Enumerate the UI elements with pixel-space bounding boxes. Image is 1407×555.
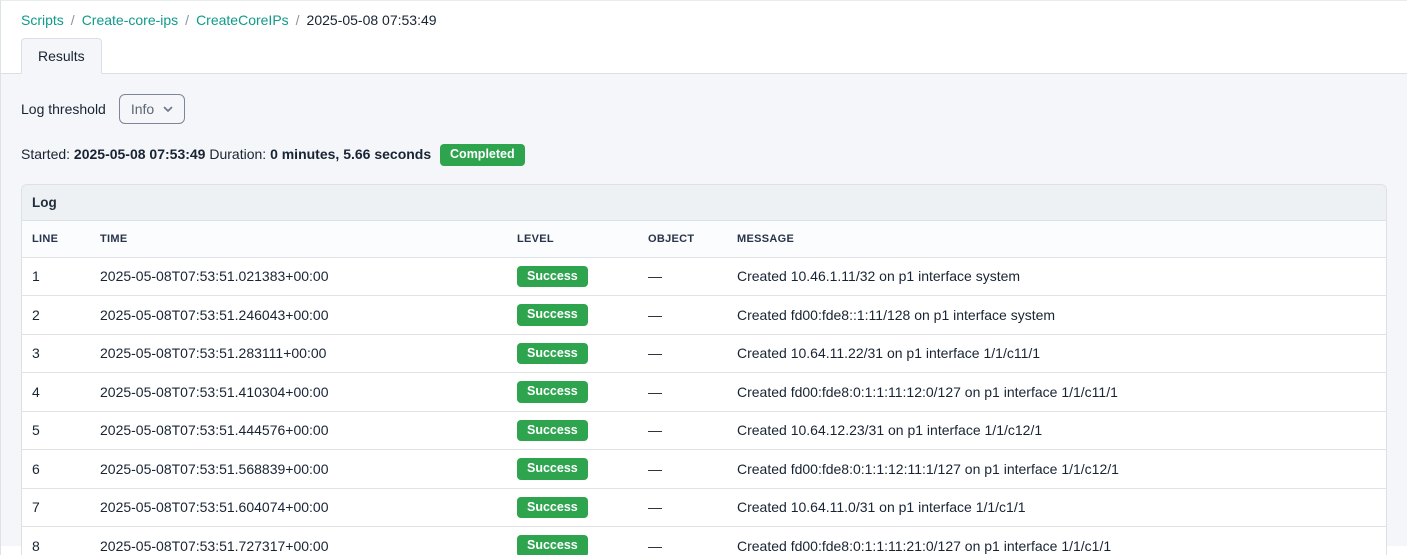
time-cell: 2025-05-08T07:53:51.727317+00:00: [90, 527, 507, 555]
tab-results[interactable]: Results: [21, 38, 102, 74]
level-badge: Success: [517, 304, 588, 326]
breadcrumb-item-2025-05-08-07-53-49: 2025-05-08 07:53:49: [307, 12, 437, 28]
duration-label: Duration:: [209, 146, 266, 162]
message-cell: Created 10.64.12.23/31 on p1 interface 1…: [727, 411, 1386, 450]
level-cell: Success: [507, 488, 638, 527]
line-cell: 3: [22, 334, 90, 373]
breadcrumb-separator: /: [296, 12, 300, 28]
level-badge: Success: [517, 381, 588, 403]
level-badge: Success: [517, 343, 588, 365]
started-value: 2025-05-08 07:53:49: [74, 146, 206, 162]
log-threshold-label: Log threshold: [21, 101, 106, 117]
tab-bar: Results: [1, 38, 1407, 74]
object-cell: —: [638, 334, 727, 373]
object-cell: —: [638, 257, 727, 296]
log-row: 22025-05-08T07:53:51.246043+00:00 Success…: [22, 296, 1386, 335]
message-cell: Created 10.64.11.0/31 on p1 interface 1/…: [727, 488, 1386, 527]
object-cell: —: [638, 411, 727, 450]
level-badge: Success: [517, 420, 588, 442]
line-cell: 7: [22, 488, 90, 527]
line-cell: 2: [22, 296, 90, 335]
log-row: 72025-05-08T07:53:51.604074+00:00 Success…: [22, 488, 1386, 527]
log-row: 62025-05-08T07:53:51.568839+00:00 Success…: [22, 450, 1386, 489]
time-cell: 2025-05-08T07:53:51.283111+00:00: [90, 334, 507, 373]
level-badge: Success: [517, 458, 588, 480]
log-row: 52025-05-08T07:53:51.444576+00:00 Success…: [22, 411, 1386, 450]
level-cell: Success: [507, 296, 638, 335]
line-cell: 5: [22, 411, 90, 450]
line-cell: 4: [22, 373, 90, 412]
breadcrumb-item-scripts[interactable]: Scripts: [21, 12, 64, 28]
log-row: 42025-05-08T07:53:51.410304+00:00 Success…: [22, 373, 1386, 412]
breadcrumb-item-create-core-ips[interactable]: Create-core-ips: [82, 12, 178, 28]
level-cell: Success: [507, 373, 638, 412]
log-row: 12025-05-08T07:53:51.021383+00:00 Success…: [22, 257, 1386, 296]
level-badge: Success: [517, 535, 588, 555]
status-badge: Completed: [440, 144, 525, 166]
object-cell: —: [638, 527, 727, 555]
log-table-header-row: LINETIMELEVELOBJECTMESSAGE: [22, 221, 1386, 258]
column-header-line: LINE: [22, 221, 90, 258]
column-header-level: LEVEL: [507, 221, 638, 258]
log-card: Log LINETIMELEVELOBJECTMESSAGE 12025-05-…: [21, 184, 1387, 555]
log-table: LINETIMELEVELOBJECTMESSAGE 12025-05-08T0…: [22, 221, 1386, 555]
message-cell: Created fd00:fde8:0:1:1:11:12:0/127 on p…: [727, 373, 1386, 412]
level-cell: Success: [507, 257, 638, 296]
line-cell: 8: [22, 527, 90, 555]
run-info: Started: 2025-05-08 07:53:49 Duration: 0…: [21, 144, 1387, 166]
log-threshold-row: Log threshold Info: [21, 94, 1387, 124]
object-cell: —: [638, 296, 727, 335]
log-card-title: Log: [22, 185, 1386, 221]
level-cell: Success: [507, 450, 638, 489]
column-header-time: TIME: [90, 221, 507, 258]
object-cell: —: [638, 450, 727, 489]
object-cell: —: [638, 373, 727, 412]
breadcrumb-separator: /: [71, 12, 75, 28]
message-cell: Created 10.64.11.22/31 on p1 interface 1…: [727, 334, 1386, 373]
results-panel: Log threshold Info Started: 2025-05-08 0…: [1, 74, 1407, 546]
time-cell: 2025-05-08T07:53:51.246043+00:00: [90, 296, 507, 335]
level-badge: Success: [517, 497, 588, 519]
duration-value: 0 minutes, 5.66 seconds: [270, 146, 431, 162]
time-cell: 2025-05-08T07:53:51.604074+00:00: [90, 488, 507, 527]
log-threshold-value: Info: [131, 101, 154, 117]
chevron-down-icon: [163, 105, 173, 113]
breadcrumb-item-createcoreips[interactable]: CreateCoreIPs: [196, 12, 289, 28]
column-header-message: MESSAGE: [727, 221, 1386, 258]
breadcrumb: Scripts / Create-core-ips / CreateCoreIPs / 20…: [1, 1, 1407, 38]
log-threshold-select[interactable]: Info: [119, 94, 185, 124]
started-label: Started:: [21, 146, 70, 162]
object-cell: —: [638, 488, 727, 527]
column-header-object: OBJECT: [638, 221, 727, 258]
level-cell: Success: [507, 411, 638, 450]
log-row: 82025-05-08T07:53:51.727317+00:00 Success…: [22, 527, 1386, 555]
level-cell: Success: [507, 527, 638, 555]
message-cell: Created fd00:fde8:0:1:1:11:21:0/127 on p…: [727, 527, 1386, 555]
time-cell: 2025-05-08T07:53:51.568839+00:00: [90, 450, 507, 489]
log-row: 32025-05-08T07:53:51.283111+00:00 Success…: [22, 334, 1386, 373]
breadcrumb-separator: /: [185, 12, 189, 28]
message-cell: Created fd00:fde8::1:11/128 on p1 interf…: [727, 296, 1386, 335]
message-cell: Created 10.46.1.11/32 on p1 interface sy…: [727, 257, 1386, 296]
time-cell: 2025-05-08T07:53:51.444576+00:00: [90, 411, 507, 450]
message-cell: Created fd00:fde8:0:1:1:12:11:1/127 on p…: [727, 450, 1386, 489]
level-cell: Success: [507, 334, 638, 373]
line-cell: 6: [22, 450, 90, 489]
level-badge: Success: [517, 266, 588, 288]
line-cell: 1: [22, 257, 90, 296]
time-cell: 2025-05-08T07:53:51.021383+00:00: [90, 257, 507, 296]
time-cell: 2025-05-08T07:53:51.410304+00:00: [90, 373, 507, 412]
